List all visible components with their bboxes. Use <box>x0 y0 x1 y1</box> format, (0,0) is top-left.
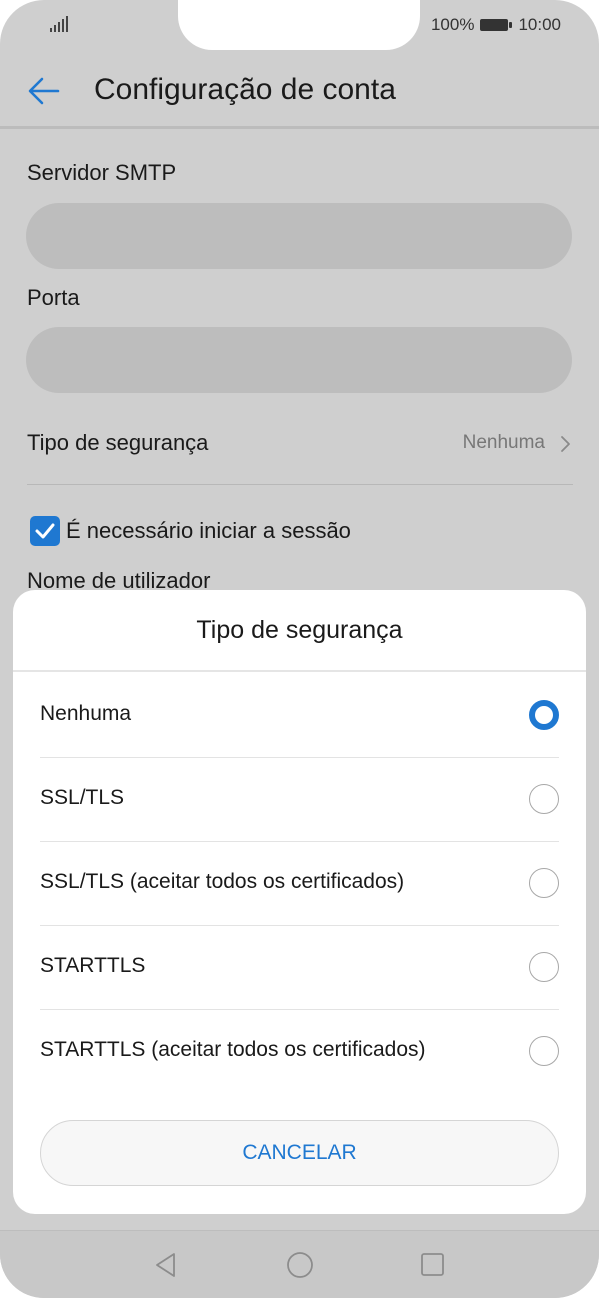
cancel-button[interactable]: CANCELAR <box>40 1120 559 1186</box>
option-none[interactable]: Nenhuma <box>40 674 559 758</box>
option-starttls-accept-all[interactable]: STARTTLS (aceitar todos os certificados) <box>40 1010 559 1094</box>
option-label: SSL/TLS (aceitar todos os certificados) <box>40 870 405 893</box>
row-divider <box>27 484 573 485</box>
dialog-title-divider <box>13 670 586 672</box>
cancel-button-label: CANCELAR <box>242 1141 357 1164</box>
option-ssl-tls[interactable]: SSL/TLS <box>40 758 559 842</box>
port-label: Porta <box>27 285 80 310</box>
port-field[interactable] <box>26 327 572 393</box>
signal-icon <box>50 16 70 32</box>
option-label: STARTTLS (aceitar todos os certificados) <box>40 1038 426 1061</box>
status-bar: 100% 10:00 <box>0 0 599 50</box>
navigation-bar <box>0 1230 599 1298</box>
dialog-title: Tipo de segurança <box>196 616 403 644</box>
clock: 10:00 <box>518 15 561 34</box>
phone-screen: 100% 10:00 Configuração de conta Servido… <box>0 0 599 1298</box>
security-type-value: Nenhuma <box>462 432 545 453</box>
nav-back-icon[interactable] <box>152 1251 180 1279</box>
battery-percent: 100% <box>430 15 475 34</box>
smtp-server-field[interactable] <box>26 203 572 269</box>
nav-home-icon[interactable] <box>286 1251 314 1279</box>
option-label: STARTTLS <box>40 954 146 977</box>
security-type-label: Tipo de segurança <box>27 430 209 455</box>
radio-unselected-icon[interactable] <box>529 784 559 814</box>
checkmark-icon <box>35 523 55 539</box>
security-type-dialog: Tipo de segurança Nenhuma SSL/TLS SSL/TL… <box>13 590 586 1214</box>
option-label: SSL/TLS <box>40 786 125 809</box>
page-title: Configuração de conta <box>94 73 396 106</box>
radio-unselected-icon[interactable] <box>529 1036 559 1066</box>
smtp-server-label: Servidor SMTP <box>27 160 177 185</box>
radio-unselected-icon[interactable] <box>529 868 559 898</box>
arrow-left-icon[interactable] <box>26 73 62 109</box>
login-required-label: É necessário iniciar a sessão <box>66 518 351 543</box>
security-type-row[interactable]: Tipo de segurança Nenhuma <box>27 420 573 470</box>
option-label: Nenhuma <box>40 702 132 725</box>
radio-selected-icon[interactable] <box>529 700 559 730</box>
option-ssl-tls-accept-all[interactable]: SSL/TLS (aceitar todos os certificados) <box>40 842 559 926</box>
app-bar: Configuração de conta <box>0 55 599 127</box>
chevron-right-icon <box>561 436 570 452</box>
camera-notch <box>178 0 420 50</box>
option-starttls[interactable]: STARTTLS <box>40 926 559 1010</box>
radio-unselected-icon[interactable] <box>529 952 559 982</box>
status-right: 100% 10:00 <box>431 15 561 35</box>
app-bar-divider <box>0 126 599 129</box>
battery-icon <box>480 19 513 31</box>
login-required-checkbox[interactable] <box>30 516 60 546</box>
nav-recents-icon[interactable] <box>420 1252 445 1277</box>
